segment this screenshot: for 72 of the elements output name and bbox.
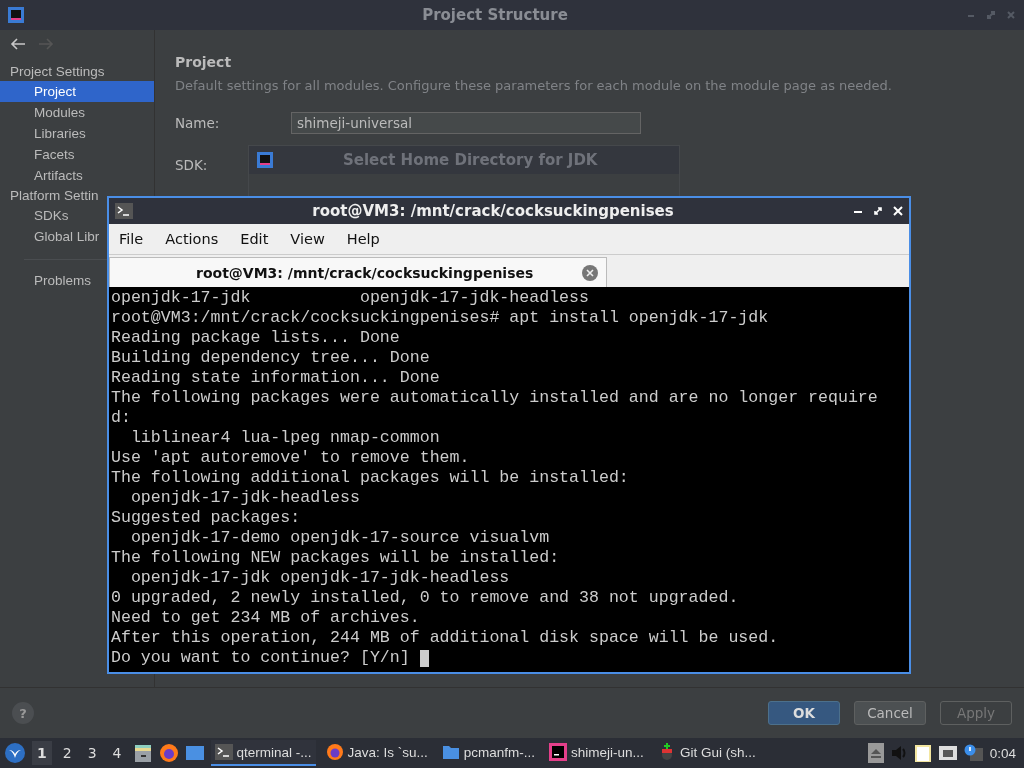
ide-icon bbox=[549, 743, 568, 761]
terminal-line: The following NEW packages will be installed: bbox=[111, 548, 560, 568]
cursor bbox=[419, 649, 429, 667]
taskbar-button[interactable]: Java: Is `su... bbox=[321, 739, 432, 767]
terminal-icon bbox=[214, 744, 233, 760]
terminal-line: Building dependency tree... Done bbox=[111, 348, 430, 368]
app-icon bbox=[8, 7, 24, 23]
taskbar-button[interactable]: shimeji-un... bbox=[545, 739, 648, 767]
menu-item[interactable]: Actions bbox=[165, 231, 219, 247]
app-icon bbox=[257, 152, 273, 168]
firefox-icon[interactable] bbox=[158, 743, 179, 763]
firefox-icon bbox=[325, 743, 344, 761]
menu-item[interactable]: Help bbox=[346, 231, 380, 247]
sidebar-heading: Platform Settin bbox=[10, 188, 99, 203]
sidebar-item[interactable]: Facets bbox=[0, 144, 81, 165]
taskbar-button[interactable]: qterminal -... bbox=[210, 740, 316, 766]
terminal-line: Suggested packages: bbox=[111, 508, 301, 528]
clock: 0:04 bbox=[989, 745, 1017, 761]
sidebar-heading: Project Settings bbox=[10, 64, 105, 79]
window-title: root@VM3: /mnt/crack/cocksuckingpenises bbox=[311, 202, 675, 220]
terminal-line: openjdk-17-jdk-headless bbox=[129, 488, 360, 508]
workspace-button[interactable]: 1 bbox=[32, 741, 52, 765]
sidebar-item[interactable]: Libraries bbox=[0, 123, 92, 144]
clipboard-icon[interactable] bbox=[913, 743, 932, 763]
terminal-line: openjdk-17-jdk openjdk-17-jdk-headless bbox=[129, 568, 510, 588]
terminal-line: The following additional packages will be installed: bbox=[111, 468, 629, 488]
folder-icon bbox=[441, 744, 460, 760]
workspace-button[interactable]: 2 bbox=[57, 741, 77, 765]
terminal-line: liblinear4 lua-lpeg nmap-common bbox=[129, 428, 440, 448]
terminal-line: openjdk-17-demo openjdk-17-source visualvm bbox=[129, 528, 550, 548]
name-label: Name: bbox=[175, 115, 221, 131]
dialog-button[interactable]: Cancel bbox=[854, 701, 926, 725]
workspace-button[interactable]: 3 bbox=[82, 741, 102, 765]
start-menu-icon[interactable] bbox=[4, 742, 26, 764]
taskbar-button[interactable]: Git Gui (sh... bbox=[653, 739, 760, 767]
section-description: Default settings for all modules. Configure these parameters for each module on the module page as needed. bbox=[175, 78, 893, 93]
terminal-line: The following packages were automatically installed and are no longer require bbox=[111, 388, 878, 408]
terminal-icon bbox=[115, 203, 133, 219]
terminal-line: Do you want to continue? [Y/n] bbox=[111, 648, 411, 668]
terminal-line: d: bbox=[111, 408, 131, 428]
sidebar-item[interactable]: SDKs bbox=[0, 205, 75, 226]
taskbar-button[interactable]: pcmanfm-... bbox=[437, 740, 540, 766]
sdk-label: SDK: bbox=[175, 157, 209, 173]
name-field[interactable]: shimeji-universal bbox=[291, 112, 641, 134]
menu-item[interactable]: View bbox=[290, 231, 325, 247]
terminal-line: Reading package lists... Done bbox=[111, 328, 400, 348]
terminal-line: Use 'apt autoremove' to remove them. bbox=[111, 448, 470, 468]
file-cabinet-icon[interactable] bbox=[132, 743, 153, 763]
window-icon[interactable] bbox=[184, 744, 205, 762]
window-title: Project Structure bbox=[421, 6, 569, 24]
sidebar-item[interactable]: Artifacts bbox=[0, 165, 89, 186]
back-icon[interactable] bbox=[10, 38, 26, 50]
sidebar-item[interactable]: Problems bbox=[0, 270, 98, 291]
workspace-button[interactable]: 4 bbox=[107, 741, 127, 765]
section-heading: Project bbox=[175, 54, 233, 70]
menu-item[interactable]: Edit bbox=[240, 231, 269, 247]
terminal-line: After this operation, 244 MB of additional disk space will be used. bbox=[111, 628, 779, 648]
dialog-title: Select Home Directory for JDK bbox=[343, 151, 598, 169]
terminal-line: 0 upgraded, 2 newly installed, 0 to remove and 38 not upgraded. bbox=[111, 588, 739, 608]
sidebar-item[interactable]: Modules bbox=[0, 102, 92, 123]
terminal-tab[interactable]: root@VM3: /mnt/crack/cocksuckingpenises bbox=[109, 257, 607, 287]
network-icon[interactable] bbox=[937, 745, 958, 761]
terminal-line: Need to get 234 MB of archives. bbox=[111, 608, 420, 628]
terminal-line: openjdk-17-jdk openjdk-17-jdk-headless bbox=[111, 288, 589, 308]
sidebar-item[interactable]: Project bbox=[0, 81, 154, 102]
terminal-line: root@VM3:/mnt/crack/cocksuckingpenises# apt install openjdk-17-jdk bbox=[111, 308, 769, 328]
notification-icon[interactable] bbox=[963, 744, 984, 762]
menu-item[interactable]: File bbox=[119, 231, 144, 247]
eject-icon[interactable] bbox=[867, 743, 884, 763]
sidebar-item[interactable]: Global Libr bbox=[0, 226, 106, 247]
dialog-button[interactable]: OK bbox=[768, 701, 840, 725]
terminal-line: Reading state information... Done bbox=[111, 368, 440, 388]
